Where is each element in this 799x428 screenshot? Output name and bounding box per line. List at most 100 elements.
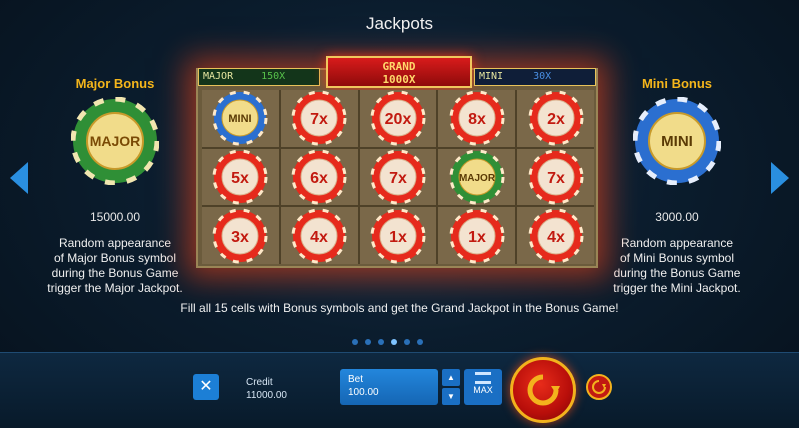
red-chip-icon: 1x <box>449 208 505 264</box>
grid-cell: 8x <box>438 90 516 147</box>
credit-label: Credit <box>246 377 273 388</box>
pagination-dot[interactable] <box>417 339 423 345</box>
desc-line: Random appearance <box>58 236 172 250</box>
chip-label: 1x <box>389 229 407 246</box>
mini-bonus-value: 3000.00 <box>655 210 699 224</box>
jackpot-board: MAJOR 150X GRAND 1000X MINI 30X MINI 7x 20x 8… <box>196 56 598 268</box>
red-chip-icon: 4x <box>291 208 347 264</box>
chip-label: 8x <box>468 111 486 128</box>
major-bonus-value: 15000.00 <box>89 210 141 224</box>
grid-cell: 5x <box>202 148 279 206</box>
mini-bonus-description: Random appearance of Mini Bonus symbol d… <box>592 236 762 296</box>
desc-line: during the Bonus Game <box>51 266 179 280</box>
red-chip-icon: 2x <box>528 90 584 146</box>
pagination-dots <box>352 339 423 345</box>
chip-label: MAJOR <box>459 173 496 184</box>
grid-cell: 7x <box>359 148 437 206</box>
desc-line: trigger the Major Jackpot. <box>47 281 183 295</box>
bet-value: 100.00 <box>348 387 379 398</box>
major-chip-icon: MAJOR <box>449 149 505 205</box>
grid-cell: 6x <box>280 148 358 206</box>
red-chip-icon: 7x <box>291 90 347 146</box>
red-chip-icon: 4x <box>528 208 584 264</box>
mini-multiplier: 30X <box>533 71 552 82</box>
chip-label: 20x <box>385 111 412 128</box>
grid-cell: 1x <box>438 207 516 264</box>
major-bonus-chip-icon: MAJOR <box>70 96 160 186</box>
credit-display: Credit 11000.00 <box>246 376 287 402</box>
desc-line: during the Bonus Game <box>613 266 741 280</box>
grand-jackpot-sign: GRAND 1000X <box>326 56 472 88</box>
major-bonus-panel: Major Bonus MAJOR 15000.00 Random appear… <box>30 76 200 296</box>
desc-line: Random appearance <box>620 236 734 250</box>
major-bonus-title: Major Bonus <box>75 76 155 91</box>
chip-label: 7x <box>547 170 565 187</box>
major-multiplier: 150X <box>261 71 286 82</box>
chip-label: 7x <box>389 170 407 187</box>
grid-cell: 2x <box>517 90 594 147</box>
red-chip-icon: 6x <box>291 149 347 205</box>
grid-cell: 3x <box>202 207 279 264</box>
major-bonus-description: Random appearance of Major Bonus symbol … <box>30 236 200 296</box>
grid-cell: MAJOR <box>438 148 516 206</box>
page-title: Jackpots <box>365 14 434 33</box>
chip-label: 7x <box>310 111 328 128</box>
grand-label: GRAND <box>382 60 416 73</box>
pagination-dot[interactable] <box>365 339 371 345</box>
max-label: MAX <box>473 385 493 395</box>
pagination-dot[interactable] <box>352 339 358 345</box>
desc-line: of Major Bonus symbol <box>53 251 177 265</box>
chip-label: 2x <box>547 111 565 128</box>
red-chip-icon: 7x <box>528 149 584 205</box>
bet-label: Bet <box>348 374 364 385</box>
pagination-dot[interactable] <box>404 339 410 345</box>
mini-bonus-chip-icon: MINI <box>632 96 722 186</box>
bet-decrease-button[interactable]: ▼ <box>442 388 460 405</box>
bet-field[interactable]: Bet 100.00 <box>340 369 438 405</box>
mini-bonus-panel: Mini Bonus MINI 3000.00 Random appearanc… <box>592 76 762 296</box>
chip-label: 1x <box>468 229 486 246</box>
pagination-dot[interactable] <box>378 339 384 345</box>
spin-arrow-icon <box>527 374 560 406</box>
credit-value: 11000.00 <box>246 390 287 401</box>
close-button[interactable]: ✕ <box>193 374 219 400</box>
red-chip-icon: 3x <box>212 208 268 264</box>
spin-button[interactable] <box>510 357 576 423</box>
chip-label: 4x <box>547 229 565 246</box>
autoplay-button[interactable] <box>586 374 612 400</box>
bonus-grid: MINI 7x 20x 8x 2x 5x 6x 7x MAJOR 7x 3x 4x 1x 1x 4x <box>202 90 594 264</box>
pagination-dot[interactable] <box>391 339 397 345</box>
red-chip-icon: 1x <box>370 208 426 264</box>
next-page-arrow-icon[interactable] <box>771 162 789 194</box>
max-bet-button[interactable]: MAX <box>464 369 502 405</box>
coin-stack-icon <box>475 372 491 384</box>
previous-page-arrow-icon[interactable] <box>10 162 28 194</box>
grid-cell: 20x <box>359 90 437 147</box>
red-chip-icon: 8x <box>449 90 505 146</box>
mini-multiplier-bar: MINI 30X <box>474 68 596 86</box>
chip-label: 3x <box>231 229 249 246</box>
desc-line: trigger the Mini Jackpot. <box>613 281 741 295</box>
grid-cell: 1x <box>359 207 437 264</box>
grid-cell: 7x <box>280 90 358 147</box>
chip-label: 4x <box>310 229 328 246</box>
major-bonus-chip-label: MAJOR <box>90 133 141 149</box>
autoplay-icon <box>592 380 606 394</box>
mini-chip-icon: MINI <box>212 90 268 146</box>
mini-label: MINI <box>479 71 504 82</box>
grid-cell: 7x <box>517 148 594 206</box>
red-chip-icon: 7x <box>370 149 426 205</box>
major-multiplier-bar: MAJOR 150X <box>198 68 320 86</box>
grid-cell: MINI <box>202 90 279 147</box>
grand-multiplier: 1000X <box>382 73 416 86</box>
mini-bonus-title: Mini Bonus <box>641 76 713 91</box>
grid-cell: 4x <box>280 207 358 264</box>
chip-label: 5x <box>231 170 249 187</box>
chip-label: 6x <box>310 170 328 187</box>
red-chip-icon: 20x <box>370 90 426 146</box>
bet-increase-button[interactable]: ▲ <box>442 369 460 386</box>
major-label: MAJOR <box>203 71 234 82</box>
hint-text: Fill all 15 cells with Bonus symbols and… <box>180 301 619 315</box>
desc-line: of Mini Bonus symbol <box>619 251 735 265</box>
red-chip-icon: 5x <box>212 149 268 205</box>
